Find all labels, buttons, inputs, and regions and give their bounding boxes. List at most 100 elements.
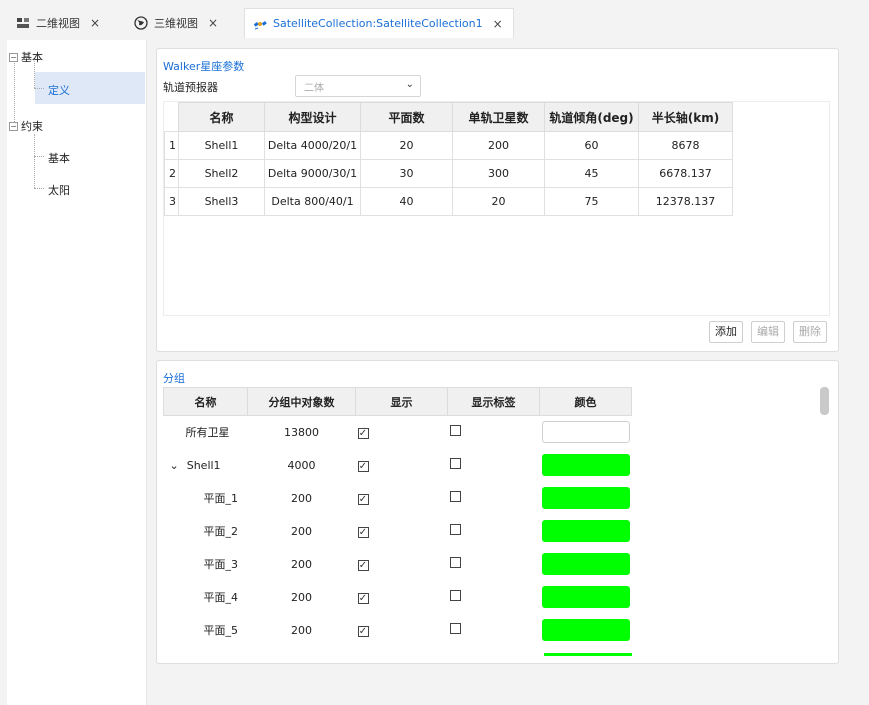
table-cell[interactable]: 40 <box>360 187 453 216</box>
table-cell[interactable]: Delta 800/40/1 <box>264 187 361 216</box>
partial-color-swatch <box>544 653 632 656</box>
table-row[interactable]: 平面_3 200 ✓ <box>164 548 632 581</box>
table-cell[interactable]: 12378.137 <box>638 187 733 216</box>
group-count: 200 <box>291 557 312 571</box>
table-cell[interactable]: Shell2 <box>178 159 265 188</box>
color-swatch[interactable] <box>541 421 630 444</box>
show-label-checkbox[interactable] <box>449 425 461 437</box>
delete-button[interactable]: 删除 <box>793 321 827 343</box>
show-label-checkbox[interactable] <box>449 458 461 469</box>
table-cell[interactable]: 20 <box>360 131 453 160</box>
column-header[interactable]: 分组中对象数 <box>247 387 356 416</box>
column-header[interactable]: 显示 <box>355 387 448 416</box>
table-row[interactable]: ⌄ Shell1 4000 ✓ <box>164 449 632 482</box>
color-swatch[interactable] <box>541 454 630 476</box>
show-checkbox[interactable]: ✓ <box>357 460 369 472</box>
show-label-cell <box>448 515 540 548</box>
tree-node-sun[interactable]: 太阳 <box>48 182 70 198</box>
color-swatch[interactable] <box>541 619 630 641</box>
table-cell[interactable]: Delta 9000/30/1 <box>264 159 361 188</box>
table-cell[interactable]: Shell3 <box>178 187 265 216</box>
group-count: 200 <box>291 590 312 604</box>
table-row[interactable]: 3 Shell3 Delta 800/40/1 40 20 75 12378.1… <box>164 187 733 216</box>
group-name-cell[interactable]: ⌄ Shell1 <box>164 449 248 482</box>
group-count: 13800 <box>284 425 319 439</box>
show-label-checkbox[interactable] <box>449 524 461 535</box>
table-row[interactable]: 1 Shell1 Delta 4000/20/1 20 200 60 8678 <box>164 131 733 160</box>
add-button[interactable]: 添加 <box>709 321 743 343</box>
table-row[interactable]: 平面_1 200 ✓ <box>164 482 632 515</box>
table-row[interactable]: 平面_4 200 ✓ <box>164 581 632 614</box>
group-name-cell[interactable]: 所有卫星 <box>164 416 248 449</box>
tree-node-constraint-basic[interactable]: 基本 <box>48 150 70 166</box>
column-header[interactable]: 颜色 <box>539 387 632 416</box>
column-header[interactable]: 半长轴(km) <box>638 102 733 132</box>
close-icon[interactable]: × <box>493 17 503 31</box>
group-name-cell[interactable]: 平面_4 <box>164 581 248 614</box>
group-name-cell[interactable]: 平面_1 <box>164 482 248 515</box>
propagator-select[interactable]: 二体 ⌄ <box>295 75 421 97</box>
table-row[interactable]: 2 Shell2 Delta 9000/30/1 30 300 45 6678.… <box>164 159 733 188</box>
table-cell[interactable]: 300 <box>452 159 545 188</box>
tree-node-constraints[interactable]: − 约束 <box>9 118 43 134</box>
show-checkbox[interactable]: ✓ <box>357 625 369 637</box>
vertical-scrollbar-thumb[interactable] <box>820 387 829 415</box>
column-header[interactable]: 构型设计 <box>264 102 361 132</box>
color-cell <box>540 581 632 614</box>
table-cell[interactable]: 45 <box>544 159 639 188</box>
table-row[interactable]: 平面_5 200 ✓ <box>164 614 632 647</box>
table-cell[interactable]: 30 <box>360 159 453 188</box>
table-cell[interactable]: Shell1 <box>178 131 265 160</box>
column-header[interactable]: 平面数 <box>360 102 453 132</box>
column-header[interactable]: 名称 <box>178 102 265 132</box>
tree-node-basic[interactable]: − 基本 <box>9 49 43 65</box>
close-icon[interactable]: × <box>208 16 218 30</box>
tree-node-label: 基本 <box>21 51 43 64</box>
show-label-checkbox[interactable] <box>449 590 461 601</box>
group-name-cell[interactable]: 平面_3 <box>164 548 248 581</box>
color-swatch[interactable] <box>541 586 630 608</box>
expand-chevron-icon[interactable]: ⌄ <box>170 459 179 472</box>
collapse-icon[interactable]: − <box>9 121 18 131</box>
color-cell <box>540 614 632 647</box>
table-row[interactable]: 所有卫星 13800 ✓ <box>164 416 632 449</box>
table-cell[interactable]: 75 <box>544 187 639 216</box>
group-name-cell[interactable]: 平面_2 <box>164 515 248 548</box>
show-checkbox[interactable]: ✓ <box>357 559 369 571</box>
show-checkbox[interactable]: ✓ <box>357 427 369 439</box>
show-checkbox[interactable]: ✓ <box>357 493 369 505</box>
groups-table-viewport: 名称 分组中对象数 显示 显示标签 颜色 所有卫星 13800 ✓ ⌄ Shell1 40… <box>163 387 829 655</box>
table-cell[interactable]: 8678 <box>638 131 733 160</box>
table-cell[interactable]: 60 <box>544 131 639 160</box>
tree-node-definition[interactable]: 定义 <box>48 82 70 98</box>
close-icon[interactable]: × <box>90 16 100 30</box>
color-swatch[interactable] <box>541 553 630 575</box>
row-number: 3 <box>164 187 179 216</box>
column-header[interactable]: 显示标签 <box>447 387 540 416</box>
show-label-checkbox[interactable] <box>449 557 461 568</box>
edit-button[interactable]: 编辑 <box>751 321 785 343</box>
table-cell[interactable]: 200 <box>452 131 545 160</box>
column-header[interactable]: 单轨卫星数 <box>452 102 545 132</box>
collapse-icon[interactable]: − <box>9 52 18 62</box>
show-label-checkbox[interactable] <box>449 491 461 502</box>
table-cell[interactable]: Delta 4000/20/1 <box>264 131 361 160</box>
table-cell[interactable]: 20 <box>452 187 545 216</box>
show-label-checkbox[interactable] <box>449 623 461 634</box>
show-checkbox[interactable]: ✓ <box>357 526 369 538</box>
tab-3d-view[interactable]: 三维视图 × <box>134 8 218 38</box>
column-header[interactable]: 名称 <box>163 387 248 416</box>
table-cell[interactable]: 6678.137 <box>638 159 733 188</box>
tab-bar: 二维视图 × 三维视图 × SatelliteCollection:Satell… <box>0 0 869 40</box>
color-swatch[interactable] <box>541 520 630 542</box>
walker-table-container: 名称 构型设计 平面数 单轨卫星数 轨道倾角(deg) 半长轴(km) 1 Sh… <box>163 101 830 316</box>
tab-2d-view[interactable]: 二维视图 × <box>16 8 100 38</box>
tab-satellite-collection[interactable]: SatelliteCollection:SatelliteCollection1… <box>244 8 514 38</box>
column-header[interactable]: 轨道倾角(deg) <box>544 102 639 132</box>
tab-label: 三维视图 <box>154 17 198 30</box>
show-label-cell <box>448 449 540 482</box>
show-checkbox[interactable]: ✓ <box>357 592 369 604</box>
group-name-cell[interactable]: 平面_5 <box>164 614 248 647</box>
color-swatch[interactable] <box>541 487 630 509</box>
table-row[interactable]: 平面_2 200 ✓ <box>164 515 632 548</box>
